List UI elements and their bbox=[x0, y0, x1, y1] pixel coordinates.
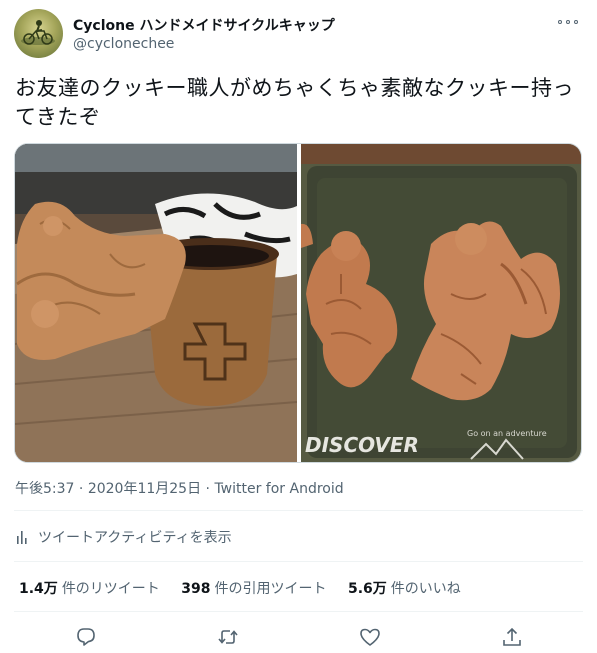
tray-small-text: Go on an adventure bbox=[467, 429, 547, 438]
divider bbox=[14, 510, 583, 511]
more-dot-icon bbox=[558, 20, 562, 24]
like-button[interactable] bbox=[354, 622, 386, 652]
likes-count: 5.6万 bbox=[347, 581, 387, 597]
retweets-count: 1.4万 bbox=[19, 581, 58, 597]
tweet-actions bbox=[14, 622, 583, 652]
photo-cookies-on-tray[interactable]: DISCOVER Go on an adventure bbox=[301, 144, 581, 462]
tweet-text: お友達のクッキー職人がめちゃくちゃ素敵なクッキー持ってきたぞ bbox=[15, 76, 574, 129]
quotes-count: 398 bbox=[181, 581, 211, 597]
retweets-label: 件のリツイート bbox=[61, 581, 160, 597]
photo-cookies-on-cup-image bbox=[15, 144, 297, 462]
tweet-time: 午後5:37 bbox=[15, 481, 75, 497]
tweet-activity-label: ツイートアクティビティを表示 bbox=[38, 530, 232, 546]
retweets-stat[interactable]: 1.4万 件のリツイート bbox=[19, 578, 160, 598]
likes-label: 件のいいね bbox=[390, 581, 461, 597]
likes-stat[interactable]: 5.6万 件のいいね bbox=[348, 578, 461, 598]
tweet-media: DISCOVER Go on an adventure bbox=[14, 143, 582, 463]
tweet-timestamp: 午後5:37 · 2020年11月25日 · Twitter for Andro… bbox=[15, 478, 344, 498]
share-button[interactable] bbox=[496, 622, 528, 652]
share-icon bbox=[503, 627, 521, 646]
more-options-button[interactable] bbox=[557, 14, 581, 30]
author-handle[interactable]: @cyclonechee bbox=[73, 36, 174, 52]
divider bbox=[14, 561, 583, 562]
tweet-stats: 1.4万 件のリツイート 398 件の引用ツイート 5.6万 件のいいね bbox=[19, 578, 478, 598]
reply-button[interactable] bbox=[70, 622, 102, 652]
avatar[interactable] bbox=[14, 9, 63, 58]
cyclist-logo-icon bbox=[21, 20, 55, 45]
photo-cookies-on-cup[interactable] bbox=[15, 144, 297, 462]
divider bbox=[14, 611, 583, 612]
author-name[interactable]: Cyclone ハンドメイドサイクルキャップ bbox=[73, 15, 335, 35]
tweet-activity-link[interactable]: ツイートアクティビティを表示 bbox=[16, 527, 232, 547]
tray-text: DISCOVER bbox=[305, 433, 419, 457]
timestamp-separator: · bbox=[201, 481, 215, 497]
timestamp-separator: · bbox=[74, 481, 88, 497]
quotes-label: 件の引用ツイート bbox=[214, 581, 327, 597]
tweet-date: 2020年11月25日 bbox=[87, 481, 202, 497]
more-dot-icon bbox=[566, 20, 570, 24]
retweet-icon bbox=[218, 630, 238, 644]
reply-icon bbox=[77, 628, 95, 646]
tweet-header: Cyclone ハンドメイドサイクルキャップ @cyclonechee bbox=[14, 8, 583, 60]
retweet-button[interactable] bbox=[212, 622, 244, 652]
photo-cookies-on-tray-image: DISCOVER Go on an adventure bbox=[301, 144, 581, 462]
tweet-source-link[interactable]: Twitter for Android bbox=[214, 481, 343, 497]
bar-chart-icon bbox=[17, 531, 27, 544]
more-dot-icon bbox=[574, 20, 578, 24]
tweet-time-link[interactable]: 午後5:37 · 2020年11月25日 bbox=[15, 481, 201, 497]
quotes-stat[interactable]: 398 件の引用ツイート bbox=[181, 578, 326, 598]
heart-icon bbox=[360, 628, 380, 646]
